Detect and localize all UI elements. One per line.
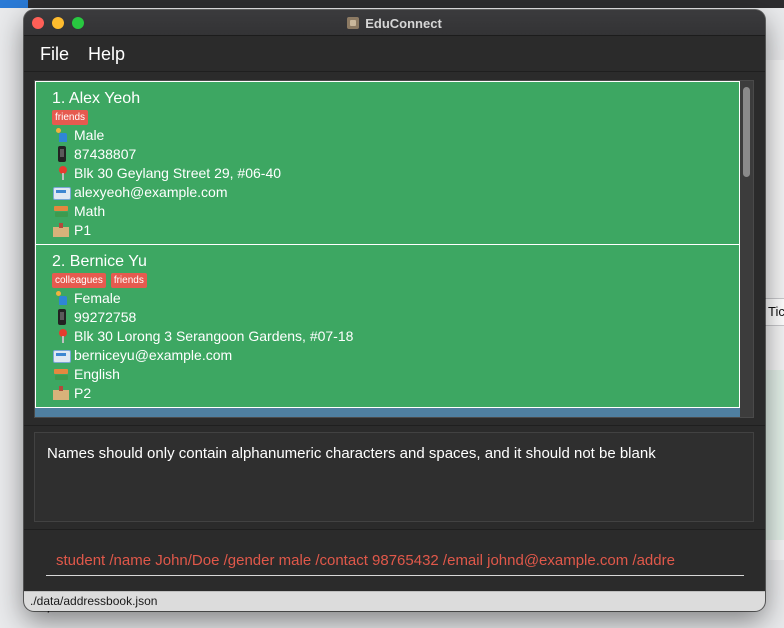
- level-value: P1: [74, 222, 92, 238]
- level-field: P1: [52, 221, 91, 239]
- gender-field: Male: [52, 126, 104, 144]
- background-app-chip: Tic: [764, 298, 784, 326]
- save-file-path: ./data/addressbook.json: [30, 594, 158, 608]
- phone-icon: [52, 309, 70, 325]
- email-field: alexyeoh@example.com: [52, 183, 228, 201]
- command-box-section: [24, 529, 765, 591]
- person-name: 1. Alex Yeoh: [52, 90, 141, 107]
- books-icon: [52, 203, 70, 219]
- person-list-panel: 1. Alex Yeoh friends Male 87438807 Blk 3…: [34, 80, 754, 418]
- gender-value: Male: [74, 127, 105, 143]
- menu-help[interactable]: Help: [88, 44, 125, 65]
- background-app-callout: [764, 370, 784, 540]
- person-card-partial[interactable]: [35, 408, 740, 417]
- tag: colleagues: [52, 273, 106, 288]
- subject-field: Math: [52, 202, 105, 220]
- app-window: EduConnect File Help 1. Alex Yeoh friend…: [24, 10, 765, 611]
- result-message: Names should only contain alphanumeric c…: [47, 445, 656, 462]
- person-list[interactable]: 1. Alex Yeoh friends Male 87438807 Blk 3…: [35, 81, 741, 417]
- email-icon: [52, 347, 71, 363]
- location-pin-icon: [52, 165, 70, 181]
- email-value: alexyeoh@example.com: [74, 184, 228, 200]
- gender-value: Female: [74, 290, 121, 306]
- background-app-topbar: [0, 0, 784, 8]
- phone-icon: [52, 146, 70, 162]
- level-value: P2: [74, 385, 92, 401]
- email-field: berniceyu@example.com: [52, 346, 232, 364]
- background-app-accent: [0, 0, 28, 8]
- tag: friends: [52, 110, 89, 125]
- menu-file[interactable]: File: [40, 44, 69, 65]
- title-bar: EduConnect: [24, 10, 765, 36]
- subject-field: English: [52, 365, 120, 383]
- email-icon: [52, 184, 71, 200]
- result-display: Names should only contain alphanumeric c…: [34, 432, 754, 522]
- school-icon: [52, 385, 70, 401]
- status-bar: ./data/addressbook.json: [24, 591, 765, 611]
- window-title: EduConnect: [365, 15, 442, 31]
- result-display-section: Names should only contain alphanumeric c…: [24, 425, 765, 529]
- tag-list: friends: [52, 110, 89, 125]
- level-field: P2: [52, 384, 91, 402]
- command-input[interactable]: [46, 546, 744, 576]
- subject-value: Math: [74, 203, 106, 219]
- tag: friends: [110, 273, 147, 288]
- person-card[interactable]: 2. Bernice Yu colleagues friends Female …: [35, 244, 740, 408]
- tag-list: colleagues friends: [52, 273, 147, 288]
- address-field: Blk 30 Lorong 3 Serangoon Gardens, #07-1…: [52, 327, 353, 345]
- address-field: Blk 30 Geylang Street 29, #06-40: [52, 164, 281, 182]
- school-icon: [52, 222, 70, 238]
- menu-bar: File Help: [24, 36, 765, 72]
- person-name: 2. Bernice Yu: [52, 253, 147, 270]
- contact-field: 87438807: [52, 145, 136, 163]
- address-value: Blk 30 Geylang Street 29, #06-40: [74, 165, 282, 181]
- address-value: Blk 30 Lorong 3 Serangoon Gardens, #07-1…: [74, 328, 354, 344]
- contact-value: 87438807: [74, 146, 137, 162]
- person-card[interactable]: 1. Alex Yeoh friends Male 87438807 Blk 3…: [35, 81, 740, 245]
- scrollbar-thumb[interactable]: [743, 87, 750, 177]
- books-icon: [52, 366, 70, 382]
- gender-icon: [52, 127, 70, 143]
- app-icon: [347, 17, 360, 29]
- email-value: berniceyu@example.com: [74, 347, 233, 363]
- gender-field: Female: [52, 289, 121, 307]
- list-scrollbar[interactable]: [741, 81, 753, 417]
- contact-field: 99272758: [52, 308, 136, 326]
- contact-value: 99272758: [74, 309, 137, 325]
- location-pin-icon: [52, 328, 70, 344]
- subject-value: English: [74, 366, 120, 382]
- gender-icon: [52, 290, 70, 306]
